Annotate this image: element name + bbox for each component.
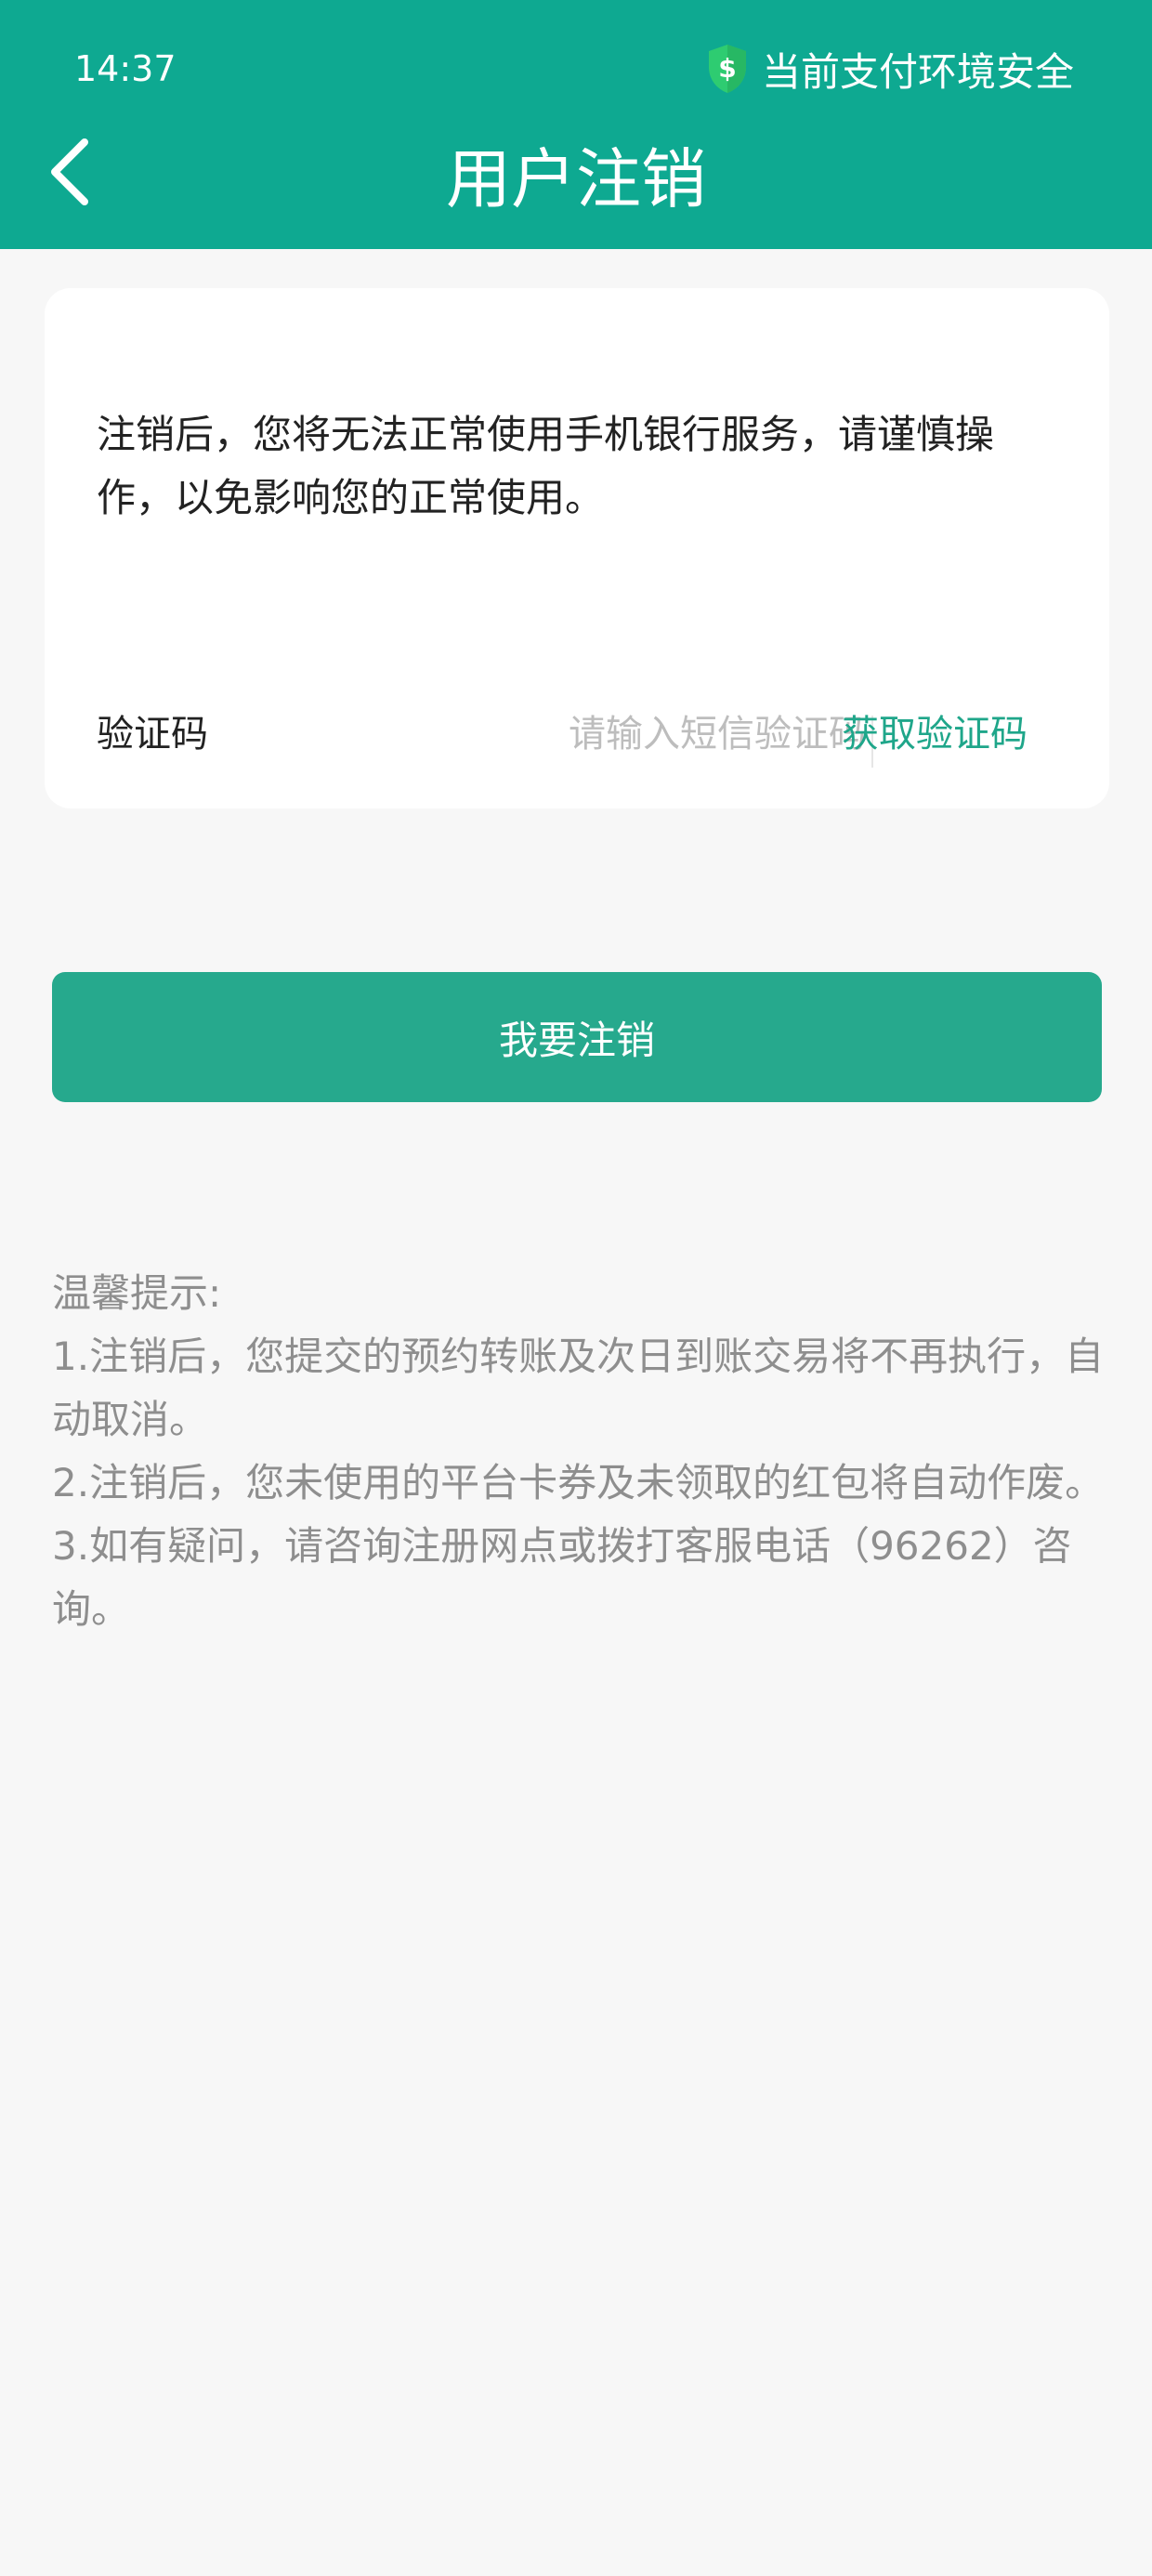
shield-dollar-icon: $ bbox=[708, 45, 746, 93]
tips-item: 2.注销后，您未使用的平台卡券及未领取的红包将自动作废。 bbox=[52, 1460, 1105, 1505]
tips-title: 温馨提示: bbox=[52, 1270, 222, 1316]
tips-section: 温馨提示: 1.注销后，您提交的预约转账及次日到账交易将不再执行，自动取消。 2… bbox=[52, 1262, 1111, 1641]
status-time: 14:37 bbox=[74, 48, 177, 89]
get-code-button[interactable]: 获取验证码 bbox=[842, 708, 1028, 760]
page-title: 用户注销 bbox=[446, 141, 706, 217]
tips-item: 1.注销后，您提交的预约转账及次日到账交易将不再执行，自动取消。 bbox=[52, 1334, 1105, 1442]
cancellation-card: 注销后，您将无法正常使用手机银行服务，请谨慎操作，以免影响您的正常使用。 验证码… bbox=[45, 288, 1109, 808]
warning-text: 注销后，您将无法正常使用手机银行服务，请谨慎操作，以免影响您的正常使用。 bbox=[97, 412, 995, 520]
verification-code-label: 验证码 bbox=[97, 713, 208, 756]
security-status-text: 当前支付环境安全 bbox=[761, 48, 1074, 95]
verification-code-row: 验证码 获取验证码 bbox=[45, 688, 1109, 790]
verification-code-input[interactable] bbox=[463, 704, 866, 764]
security-status: $ 当前支付环境安全 bbox=[706, 41, 1074, 97]
tips-item: 3.如有疑问，请咨询注册网点或拨打客服电话（96262）咨询。 bbox=[52, 1523, 1072, 1632]
svg-text:$: $ bbox=[718, 53, 736, 84]
cancel-account-button[interactable]: 我要注销 bbox=[52, 972, 1102, 1102]
app-header: 14:37 $ 当前支付环境安全 用户注销 bbox=[0, 0, 1152, 249]
